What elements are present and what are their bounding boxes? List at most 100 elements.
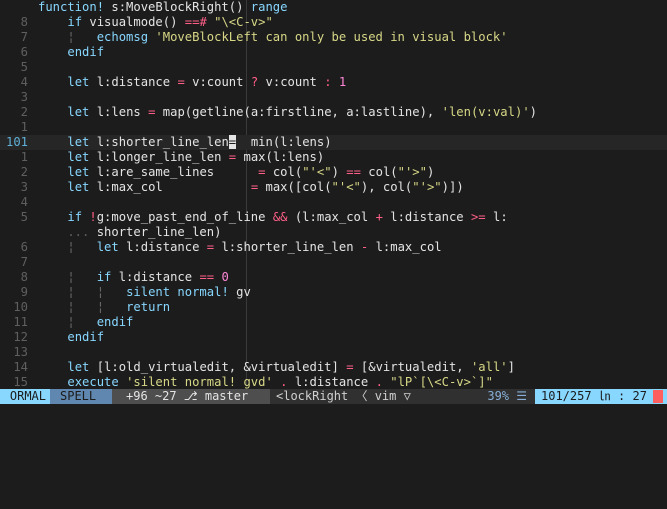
code-token: endif xyxy=(67,45,105,59)
code-token: col( xyxy=(368,165,398,179)
code-line[interactable]: 13 xyxy=(0,345,667,360)
line-number: 13 xyxy=(13,345,28,359)
line-text: let l:longer_line_len = max(l:lens) xyxy=(38,150,324,165)
line-text: ¦ endif xyxy=(38,315,133,330)
code-token: 'all' xyxy=(470,360,508,374)
code-token: "'<" xyxy=(302,165,332,179)
code-token: ) xyxy=(331,165,347,179)
code-token: gv xyxy=(236,285,251,299)
code-token: [&virtualedit, xyxy=(360,360,471,374)
code-line[interactable]: 5 if !g:move_past_end_of_line && (l:max_… xyxy=(0,210,667,225)
code-token: == xyxy=(199,270,222,284)
code-token: . xyxy=(280,375,295,389)
code-token: g:move_past_end_of_line xyxy=(96,210,273,224)
code-token: l:max_col xyxy=(96,180,251,194)
code-token: max(l:lens) xyxy=(243,150,325,164)
code-token: echomsg xyxy=(96,30,156,44)
line-number: 2 xyxy=(20,105,28,119)
code-token: "'<" xyxy=(331,180,361,194)
line-text: ¦ let l:distance = l:shorter_line_len - … xyxy=(38,240,441,255)
code-line[interactable]: 1 xyxy=(0,120,667,135)
code-line[interactable]: 3 xyxy=(0,90,667,105)
line-number: 9 xyxy=(20,285,28,299)
code-line[interactable]: 8 ¦ if l:distance == 0 xyxy=(0,270,667,285)
code-token: : xyxy=(324,75,339,89)
code-token: max([col( xyxy=(265,180,332,194)
code-token: let xyxy=(67,150,97,164)
code-line[interactable]: 4 xyxy=(0,195,667,210)
code-line[interactable]: 8 if visualmode() ==# "\<C-v>" xyxy=(0,15,667,30)
code-line[interactable]: 1 let l:longer_line_len = max(l:lens) xyxy=(0,150,667,165)
line-number: 10 xyxy=(13,300,28,314)
code-token: = xyxy=(258,165,273,179)
code-token: [l:old_virtualedit, &virtualedit] xyxy=(96,360,347,374)
code-line[interactable]: 2 let l:are_same_lines = col("'<") == co… xyxy=(0,165,667,180)
code-token: execute xyxy=(67,375,127,389)
code-token: let xyxy=(67,180,97,194)
code-line[interactable]: 5 xyxy=(0,60,667,75)
line-text: let l:shorter_line_len= min(l:lens) xyxy=(38,135,332,150)
code-token: ¦ ¦ xyxy=(38,285,127,299)
code-token: ¦ xyxy=(38,315,97,329)
code-line[interactable]: 12 endif xyxy=(0,330,667,345)
code-token: + xyxy=(375,210,391,224)
code-token: ) xyxy=(529,105,538,119)
code-token: = xyxy=(177,75,193,89)
code-line[interactable]: 10 ¦ ¦ return xyxy=(0,300,667,315)
code-token: "\<C-v>" xyxy=(214,15,273,29)
code-token: if xyxy=(67,210,90,224)
code-token: s:MoveBlockRight() xyxy=(111,0,251,14)
line-number: 5 xyxy=(20,60,28,74)
code-line[interactable]: 9 ¦ ¦ silent normal! gv xyxy=(0,285,667,300)
code-token: endif xyxy=(67,330,105,344)
code-line[interactable]: 4 let l:distance = v:count ? v:count : 1 xyxy=(0,75,667,90)
code-token: l:distance xyxy=(294,375,376,389)
code-token: - xyxy=(360,240,376,254)
line-number: 7 xyxy=(20,30,28,44)
code-token: l:are_same_lines xyxy=(96,165,259,179)
code-line[interactable]: 14 let [l:old_virtualedit, &virtualedit]… xyxy=(0,360,667,375)
code-line[interactable]: 3 let l:max_col = max([col("'<"), col("'… xyxy=(0,180,667,195)
code-line[interactable]: ... shorter_line_len) xyxy=(0,225,667,240)
line-number: 4 xyxy=(20,75,28,89)
line-number: 15 xyxy=(13,375,28,389)
code-line[interactable]: 6 endif xyxy=(0,45,667,60)
code-line[interactable]: 6 ¦ let l:distance = l:shorter_line_len … xyxy=(0,240,667,255)
line-text: ¦ if l:distance == 0 xyxy=(38,270,228,285)
code-token: return xyxy=(126,300,171,314)
spell-indicator: SPELL xyxy=(50,389,112,404)
code-token: l: xyxy=(492,210,508,224)
code-token: silent normal! xyxy=(126,285,237,299)
line-number: 2 xyxy=(20,165,28,179)
code-token: v:count xyxy=(192,75,251,89)
code-line[interactable]: 15 execute 'silent normal! gvd' . l:dist… xyxy=(0,375,667,389)
function-context: <lockRight 〈 vim ▽ xyxy=(270,389,440,404)
code-token: ¦ xyxy=(38,270,97,284)
code-line[interactable]: 7 ¦ echomsg 'MoveBlockLeft can only be u… xyxy=(0,30,667,45)
code-token: ¦ xyxy=(38,240,97,254)
code-line[interactable]: 2 let l:lens = map(getline(a:firstline, … xyxy=(0,105,667,120)
code-token: l:distance xyxy=(96,75,178,89)
warning-icon xyxy=(653,390,663,403)
code-token: )]) xyxy=(441,180,464,194)
editor-pane[interactable]: function! s:MoveBlockRight() range 8 if v… xyxy=(0,0,667,389)
code-token: ==# xyxy=(184,15,215,29)
code-token: l:distance xyxy=(118,270,200,284)
line-number: 1 xyxy=(20,150,28,164)
line-number: 3 xyxy=(20,180,28,194)
code-token: 1 xyxy=(338,75,347,89)
code-token: "lP`[\<C-v>`]" xyxy=(390,375,493,389)
code-token: >= xyxy=(470,210,493,224)
code-line[interactable]: function! s:MoveBlockRight() range xyxy=(0,0,667,15)
line-text: function! s:MoveBlockRight() range xyxy=(38,0,287,15)
code-token: range xyxy=(250,0,288,14)
current-code-line[interactable]: 101 let l:shorter_line_len= min(l:lens) xyxy=(0,135,667,150)
line-number: 3 xyxy=(20,90,28,104)
code-line[interactable]: 11 ¦ endif xyxy=(0,315,667,330)
code-line[interactable]: 7 xyxy=(0,255,667,270)
